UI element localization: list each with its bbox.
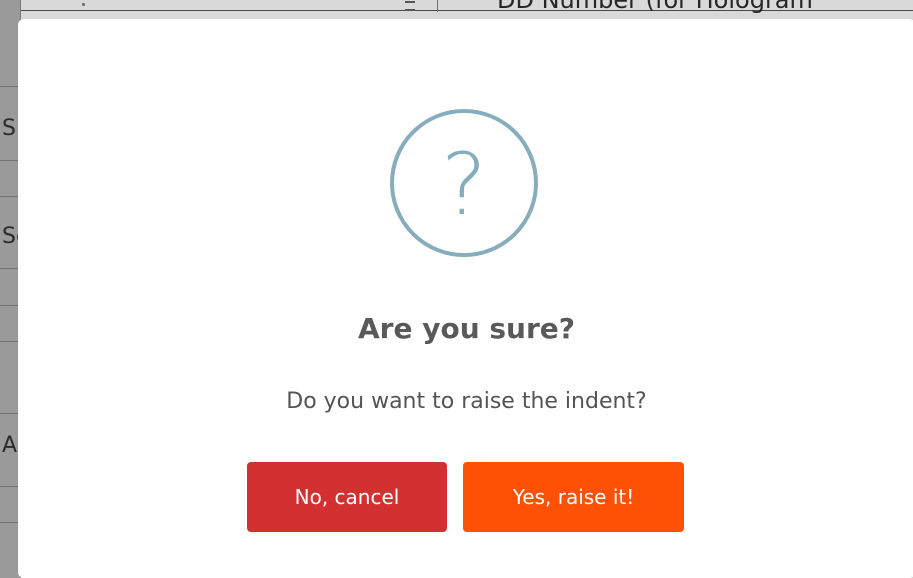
- background-row-divider: [0, 486, 20, 487]
- sort-icon: [405, 1, 415, 11]
- background-column-header: DD Number (for Hologram: [497, 0, 813, 14]
- background-row-divider: [0, 160, 20, 161]
- confirm-dialog: ? Are you sure? Do you want to raise the…: [18, 19, 913, 578]
- background-row-divider: [0, 268, 20, 269]
- background-row-divider: [0, 341, 20, 342]
- question-icon: ?: [390, 109, 538, 257]
- background-header-dot: [82, 3, 85, 6]
- question-mark-glyph: ?: [441, 135, 487, 235]
- screen: DD Number (for Hologram Si Se A ? Are yo…: [0, 0, 913, 578]
- background-row-divider: [0, 86, 20, 87]
- background-cell-text: A: [2, 433, 18, 458]
- background-row-divider: [0, 196, 20, 197]
- dialog-message: Do you want to raise the indent?: [286, 389, 647, 414]
- background-row-divider: [0, 413, 20, 414]
- background-row-divider: [0, 522, 20, 523]
- background-row-divider: [0, 305, 20, 306]
- dialog-title: Are you sure?: [357, 312, 576, 345]
- cancel-button[interactable]: No, cancel: [247, 462, 447, 532]
- background-column-separator: [437, 0, 438, 12]
- confirm-button[interactable]: Yes, raise it!: [463, 462, 684, 532]
